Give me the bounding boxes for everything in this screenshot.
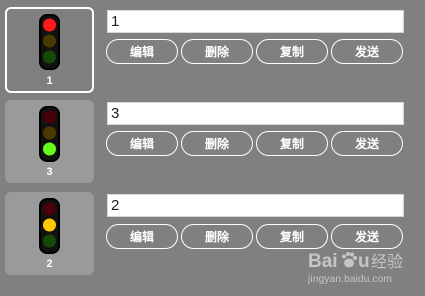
traffic-light-icon [39,198,60,254]
edit-button[interactable]: 编辑 [106,39,178,64]
send-button[interactable]: 发送 [331,131,403,156]
light-number: 3 [46,166,53,178]
light-green [43,142,56,156]
light-number: 1 [46,75,53,87]
light-green [43,50,56,64]
svg-text:经验: 经验 [371,252,403,271]
baidu-watermark: Bai u 经验 jingyan.baidu.com [308,248,420,292]
traffic-light-icon [39,14,60,70]
delete-button[interactable]: 删除 [181,224,253,249]
light-yellow [43,126,56,140]
baidu-logo: Bai u 经验 [308,251,403,272]
copy-button[interactable]: 复制 [256,224,328,249]
light-card[interactable]: 2 [5,192,94,275]
light-number: 2 [46,258,53,270]
copy-button[interactable]: 复制 [256,131,328,156]
send-button[interactable]: 发送 [331,224,403,249]
light-name-input[interactable] [107,194,404,217]
light-yellow [43,218,56,232]
traffic-light-icon [39,106,60,162]
light-yellow [43,34,56,48]
light-card[interactable]: 1 [5,7,94,93]
baidu-paw-icon [342,252,357,268]
traffic-light-list: 1 编辑 删除 复制 发送 3 编辑 删除 复制 发送 2 编辑 删除 复制 发… [0,0,425,296]
light-green [43,234,56,248]
edit-button[interactable]: 编辑 [106,224,178,249]
watermark-url: jingyan.baidu.com [308,274,393,285]
edit-button[interactable]: 编辑 [106,131,178,156]
svg-text:Bai: Bai [308,251,338,272]
light-red [43,110,56,124]
copy-button[interactable]: 复制 [256,39,328,64]
delete-button[interactable]: 删除 [181,39,253,64]
send-button[interactable]: 发送 [331,39,403,64]
light-card[interactable]: 3 [5,100,94,183]
svg-text:u: u [358,251,370,272]
light-name-input[interactable] [107,10,404,33]
light-red [43,18,56,32]
delete-button[interactable]: 删除 [181,131,253,156]
light-name-input[interactable] [107,102,404,125]
light-red [43,202,56,216]
